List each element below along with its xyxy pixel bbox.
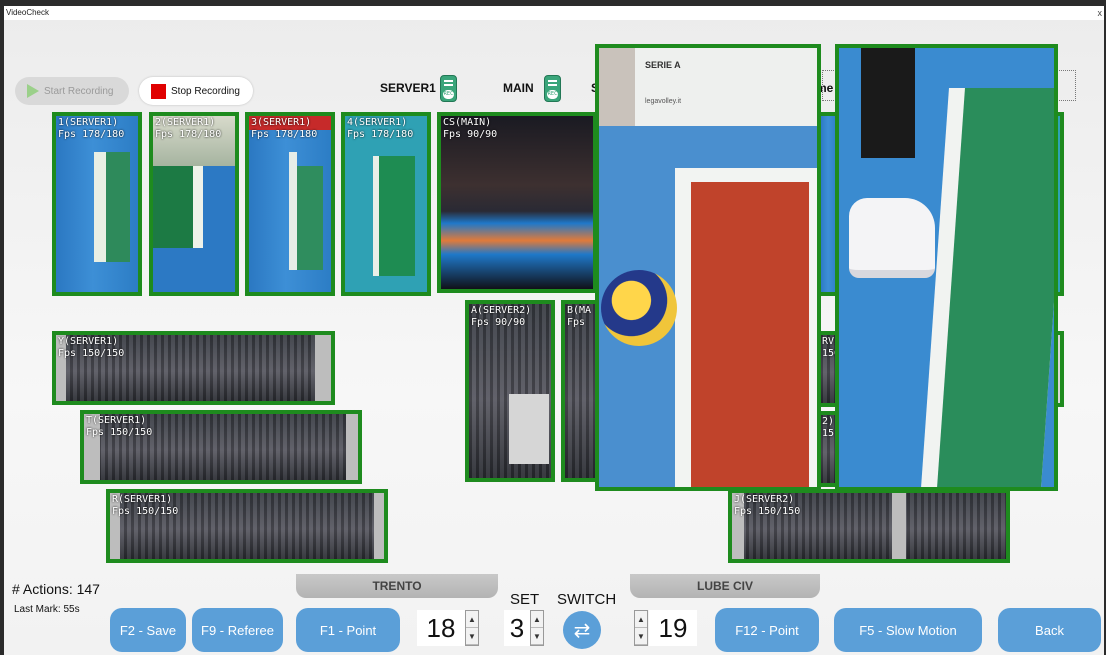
camera-tile-j[interactable]: J(SERVER2) Fps 150/150 [728, 489, 1010, 563]
camera-tile-4[interactable]: 4(SERVER1) Fps 178/180 [341, 112, 431, 296]
close-icon[interactable]: x [1098, 6, 1103, 20]
player-shoe [849, 198, 935, 278]
camera-tile-1[interactable]: 1(SERVER1) Fps 178/180 [52, 112, 142, 296]
camera-tile-cs-main[interactable]: CS(MAIN) Fps 90/90 [437, 112, 597, 293]
main-label: MAIN [503, 81, 534, 95]
play-icon [27, 84, 39, 98]
player-leg [861, 48, 915, 158]
set-label: SET [510, 591, 540, 608]
camera-fps: Fps 178/180 [251, 129, 318, 140]
camera-name: T(SERVER1) [86, 415, 147, 426]
camera-tile-3[interactable]: 3(SERVER1) Fps 178/180 [245, 112, 335, 296]
set-stepper[interactable]: ▲ ▼ [530, 610, 544, 646]
team-left-bar: TRENTO [296, 574, 498, 598]
camera-fps: Fps [567, 317, 586, 328]
camera-name: 1(SERVER1) [58, 117, 119, 128]
team-left-name: TRENTO [372, 579, 422, 593]
camera-tile-2[interactable]: 2(SERVER1) Fps 178/180 [149, 112, 239, 296]
main-rec-icon [544, 75, 561, 102]
referee-button[interactable]: F9 - Referee [192, 608, 283, 652]
team-right-bar: LUBE CIV [630, 574, 820, 598]
zoom-view-ball[interactable]: SERIE A legavolley.it [595, 44, 821, 491]
score-right-field[interactable]: 19 [649, 610, 697, 646]
stop-recording-button[interactable]: Stop Recording [139, 77, 253, 105]
score-right-stepper[interactable]: ▲ ▼ [634, 610, 648, 646]
start-recording-button[interactable]: Start Recording [15, 77, 129, 105]
slow-motion-button[interactable]: F5 - Slow Motion [834, 608, 982, 652]
team-right-name: LUBE CIV [696, 579, 753, 593]
camera-name: 2(SERVER1) [155, 117, 216, 128]
stop-icon [151, 83, 166, 99]
camera-tile-t[interactable]: T(SERVER1) Fps 150/150 [80, 410, 362, 484]
banner-url: legavolley.it [645, 98, 682, 105]
camera-name: CS(MAIN) [443, 117, 492, 128]
camera-name: B(MA [567, 305, 592, 316]
swap-icon: ⇄ [573, 619, 591, 642]
camera-name: 3(SERVER1) [251, 117, 312, 128]
chevron-up-icon[interactable]: ▲ [635, 611, 647, 628]
banner-text: SERIE A [645, 60, 681, 70]
camera-name: Y(SERVER1) [58, 336, 119, 347]
camera-fps: Fps 150/150 [112, 506, 179, 517]
score-left-stepper[interactable]: ▲ ▼ [465, 610, 479, 646]
camera-fps: Fps 150/150 [734, 506, 801, 517]
camera-fps: 15 [822, 428, 835, 439]
camera-fps: Fps 178/180 [58, 129, 125, 140]
camera-tile-y[interactable]: Y(SERVER1) Fps 150/150 [52, 331, 335, 405]
chevron-up-icon[interactable]: ▲ [531, 611, 543, 628]
set-field[interactable]: 3 [504, 610, 530, 646]
point-right-button[interactable]: F12 - Point [715, 608, 819, 652]
camera-name: A(SERVER2) [471, 305, 532, 316]
camera-fps: Fps 178/180 [155, 129, 222, 140]
switch-label: SWITCH [557, 591, 617, 608]
actions-count: # Actions: 147 [12, 581, 100, 597]
last-mark: Last Mark: 55s [14, 604, 80, 615]
camera-name: 4(SERVER1) [347, 117, 408, 128]
camera-name: J(SERVER2) [734, 494, 795, 505]
back-button[interactable]: Back [998, 608, 1101, 652]
camera-fps: Fps 150/150 [86, 427, 153, 438]
camera-fps: Fps 90/90 [471, 317, 526, 328]
score-left-field[interactable]: 18 [417, 610, 465, 646]
camera-fps: Fps 90/90 [443, 129, 498, 140]
volleyball [601, 270, 677, 346]
window-title: VideoCheck [6, 8, 49, 17]
switch-button[interactable]: ⇄ [563, 611, 601, 649]
camera-tile-r[interactable]: R(SERVER1) Fps 150/150 [106, 489, 388, 563]
camera-name: R(SERVER1) [112, 494, 173, 505]
start-recording-label: Start Recording [44, 85, 114, 97]
chevron-down-icon[interactable]: ▼ [531, 628, 543, 645]
camera-fps: Fps 178/180 [347, 129, 414, 140]
server1-label: SERVER1 [380, 81, 436, 95]
camera-tile-a[interactable]: A(SERVER2) Fps 90/90 [465, 300, 555, 482]
chevron-down-icon[interactable]: ▼ [466, 628, 478, 645]
camera-fps: Fps 150/150 [58, 348, 125, 359]
chevron-up-icon[interactable]: ▲ [466, 611, 478, 628]
server1-rec-icon [440, 75, 457, 102]
stop-recording-label: Stop Recording [171, 85, 240, 97]
chevron-down-icon[interactable]: ▼ [635, 628, 647, 645]
app-window: VideoCheck x Start Recording Stop Record… [4, 6, 1104, 655]
title-bar: VideoCheck x [4, 6, 1104, 20]
camera-name: 2) [822, 416, 835, 427]
zoom-view-player[interactable] [835, 44, 1058, 491]
point-left-button[interactable]: F1 - Point [296, 608, 400, 652]
save-button[interactable]: F2 - Save [110, 608, 186, 652]
